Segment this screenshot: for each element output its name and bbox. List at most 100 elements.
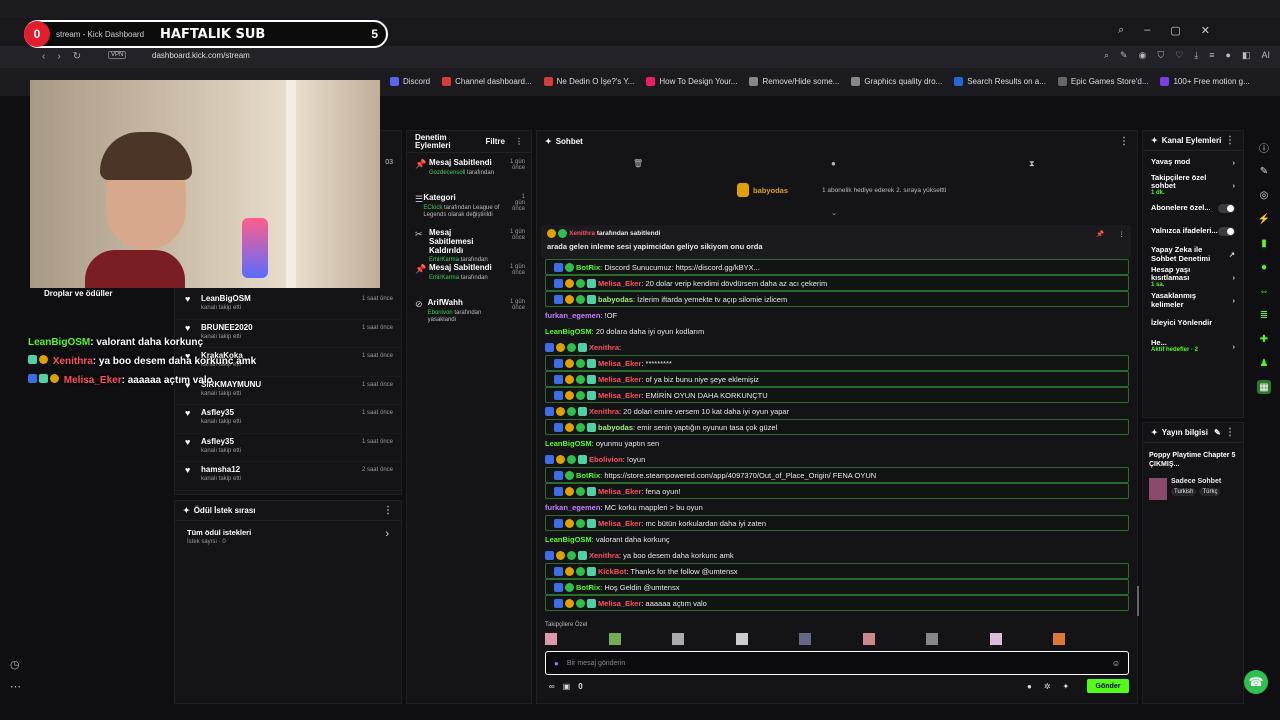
channel-action-row[interactable]: İzleyici Yönlendir <box>1143 312 1243 335</box>
emote-icon[interactable] <box>672 633 684 645</box>
chat-message[interactable]: Melisa_Eker: 20 dolar verip kendimi dövd… <box>545 275 1129 291</box>
reload-icon[interactable]: ↻ <box>73 51 81 62</box>
gift-icon[interactable]: ▣ <box>563 682 571 691</box>
mod-action-row[interactable]: ☰ Kategori EClock tarafından League of L… <box>407 188 531 223</box>
bookmark-item[interactable]: Epic Games Store'd... <box>1057 76 1148 86</box>
shield-icon[interactable]: ⛉ <box>1157 50 1164 61</box>
target-icon[interactable]: ◎ <box>1257 188 1271 202</box>
browser-tab-title[interactable]: stream - Kick Dashboard <box>56 30 152 39</box>
chat-message[interactable]: Melisa_Eker: ********* <box>545 355 1129 371</box>
mod-action-row[interactable]: ✂ Mesaj Sabitlemesi Kaldırıldı EmirKarma… <box>407 223 531 263</box>
emote-icon[interactable] <box>545 633 557 645</box>
emote-icon[interactable] <box>926 633 938 645</box>
extension-icon[interactable]: ⌕ <box>1104 50 1109 61</box>
forward-icon[interactable]: › <box>57 51 60 62</box>
mod-actor[interactable]: Gozdecensoll <box>429 170 465 176</box>
chat-username[interactable]: Melisa_Eker <box>598 391 641 400</box>
mod-action-row[interactable]: 📌 Mesaj Sabitlendi EmirKarma tarafından … <box>407 258 531 293</box>
chat-message[interactable]: Xenithra: ya boo desem daha korkunc amk <box>537 547 1137 563</box>
camera-icon[interactable]: ◉ <box>1139 50 1147 61</box>
emote-icon[interactable] <box>1053 633 1065 645</box>
chat-message[interactable]: BotRix: https://store.steampowered.com/a… <box>545 467 1129 483</box>
chat-username[interactable]: Melisa_Eker <box>598 599 641 608</box>
maximize-icon[interactable]: ▢ <box>1170 24 1180 37</box>
event-row[interactable]: ♥ LeanBigOSM kanalı takip etti 1 saat önc… <box>175 291 401 320</box>
mic-icon[interactable]: ● <box>554 659 559 668</box>
emote-icon[interactable] <box>608 633 621 645</box>
chat-username[interactable]: Melisa_Eker <box>598 279 641 288</box>
more-icon[interactable]: ⋮ <box>1119 230 1126 238</box>
url-text[interactable]: dashboard.kick.com/stream <box>152 51 250 60</box>
chat-message[interactable]: LeanBigOSM: oyunmu yaptın sen <box>537 435 1137 451</box>
chat-username[interactable]: Xenithra <box>589 343 619 352</box>
chat-message[interactable]: furkan_egemen: MC korku mappleri > bu oy… <box>537 499 1137 515</box>
event-row[interactable]: ♥ Asfley35 kanalı takip etti 1 saat önce <box>175 405 401 434</box>
help-button[interactable]: ☎ <box>1244 670 1268 694</box>
event-row[interactable]: ♥ hamsha12 kanalı takip etti 2 saat önce <box>175 462 401 491</box>
chat-input[interactable]: ● Bir mesaj gönderin ☺ <box>545 651 1129 675</box>
bookmark-item[interactable]: How To Design Your... <box>646 76 737 86</box>
scrollbar[interactable] <box>1137 586 1139 616</box>
close-window-icon[interactable]: ✕ <box>1201 24 1210 37</box>
chat-message[interactable]: Melisa_Eker: of ya biz bunu niye şeye ek… <box>545 371 1129 387</box>
chat-username[interactable]: Xenithra <box>589 551 619 560</box>
bookmark-item[interactable]: Remove/Hide some... <box>749 76 839 86</box>
chat-username[interactable]: furkan_egemen <box>545 311 600 320</box>
chat-message[interactable]: babyodas: emir senin yaptığın oyunun tas… <box>545 419 1129 435</box>
gift-user[interactable]: babyodas <box>753 186 788 195</box>
back-icon[interactable]: ‹ <box>42 51 45 62</box>
channel-action-row[interactable]: Yapay Zeka ile Sohbet Denetimi ↗ <box>1143 243 1243 266</box>
chat-message[interactable]: KickBot: Thanks for the follow @umtensx <box>545 563 1129 579</box>
chat-message[interactable]: Melisa_Eker: aaaaaa açtım valo <box>545 595 1129 611</box>
bookmark-item[interactable]: Discord <box>390 76 430 86</box>
chat-username[interactable]: BotRix <box>576 583 600 592</box>
chevron-down-icon[interactable]: ⌄ <box>831 209 837 217</box>
chat-username[interactable]: Melisa_Eker <box>598 487 641 496</box>
sidebar-icon[interactable]: ◧ <box>1242 50 1251 61</box>
search-tabs-icon[interactable]: ⌕ <box>1118 24 1124 37</box>
bookmark-item[interactable]: Graphics quality dro... <box>851 76 942 86</box>
vpn-badge[interactable]: VPN <box>108 51 127 59</box>
tag-chip[interactable]: Türkç <box>1199 487 1221 496</box>
mod-actor[interactable]: Ebonivon <box>428 310 453 316</box>
more-icon[interactable]: ⋮ <box>1225 427 1235 438</box>
pinned-by[interactable]: Xenithra <box>569 230 595 237</box>
bookmark-item[interactable]: Ne Dedin O İşe?'s Y... <box>543 76 634 86</box>
chat-username[interactable]: furkan_egemen <box>545 503 600 512</box>
chat-username[interactable]: babyodas <box>598 423 633 432</box>
all-rewards-row[interactable]: Tüm ödül istekleri İstek sayısı · 0 › <box>175 521 401 552</box>
trash-icon[interactable]: 🗑 <box>633 159 643 168</box>
pin-icon[interactable]: 📌 <box>1096 230 1104 238</box>
chat-message[interactable]: BotRix: Hoş Geldin @umtensx <box>545 579 1129 595</box>
chat-message[interactable]: furkan_egemen: !OF <box>537 307 1137 323</box>
mod-actor[interactable]: EmirKarma <box>429 275 459 281</box>
user-icon[interactable]: ♟ <box>1257 356 1271 370</box>
chat-username[interactable]: Melisa_Eker <box>598 375 641 384</box>
mod-action-row[interactable]: 📌 Mesaj Sabitlendi Gozdecensoll tarafınd… <box>407 153 531 188</box>
chat-message[interactable]: Ebolivion: !oyun <box>537 451 1137 467</box>
bolt-icon[interactable]: ⚡ <box>1257 212 1271 226</box>
chat-message[interactable]: Xenithra: 20 dolari emire versem 10 kat … <box>537 403 1137 419</box>
grid-icon[interactable]: ▦ <box>1257 380 1271 394</box>
card-icon[interactable]: ▮ <box>1257 236 1271 250</box>
menu-icon[interactable]: ≡ <box>1209 50 1214 61</box>
gear-icon[interactable]: ✲ <box>1044 682 1051 691</box>
chat-username[interactable]: LeanBigOSM <box>545 535 592 544</box>
edit-icon[interactable]: ✎ <box>1214 428 1221 437</box>
channel-action-row[interactable]: Abonelere özel... <box>1143 197 1243 220</box>
chat-username[interactable]: Melisa_Eker <box>598 519 641 528</box>
chat-username[interactable]: KickBot <box>598 567 626 576</box>
heart-icon[interactable]: ♡ <box>1175 50 1183 61</box>
chat-message[interactable]: Melisa_Eker: fena oyun! <box>545 483 1129 499</box>
address-bar[interactable]: ‹ › ↻ VPN dashboard.kick.com/stream ⌕ ✎ … <box>0 46 1280 68</box>
category-name[interactable]: Sadece Sohbet <box>1171 478 1221 485</box>
chat-username[interactable]: Melisa_Eker <box>598 359 641 368</box>
chat-username[interactable]: BotRix <box>576 263 600 272</box>
minimize-icon[interactable]: – <box>1144 24 1150 37</box>
more-icon[interactable]: ⋮ <box>1225 135 1235 146</box>
bookmark-item[interactable]: Search Results on a... <box>954 76 1046 86</box>
chat-icon[interactable]: ● <box>1257 260 1271 274</box>
ai-icon[interactable]: AI <box>1261 50 1270 61</box>
chat-username[interactable]: Ebolivion <box>589 455 623 464</box>
extension-icon[interactable]: ✎ <box>1120 50 1128 61</box>
